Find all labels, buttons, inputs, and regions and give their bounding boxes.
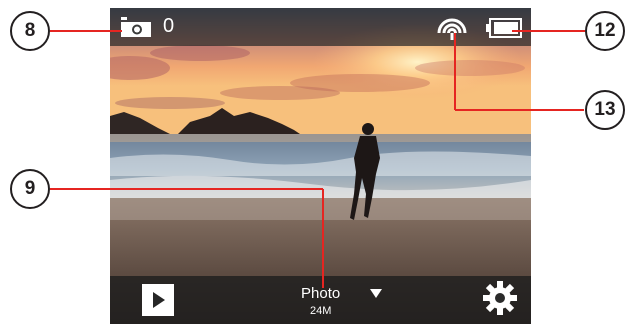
callout-8-label: 8 <box>24 20 36 41</box>
callout-13: 13 <box>585 90 625 130</box>
callout-12: 12 <box>585 11 625 51</box>
callout-lines <box>50 30 585 288</box>
callout-9: 9 <box>10 169 50 209</box>
callout-8: 8 <box>10 11 50 51</box>
callout-9-label: 9 <box>24 178 36 199</box>
callout-12-label: 12 <box>594 20 616 41</box>
callout-13-label: 13 <box>594 99 616 120</box>
